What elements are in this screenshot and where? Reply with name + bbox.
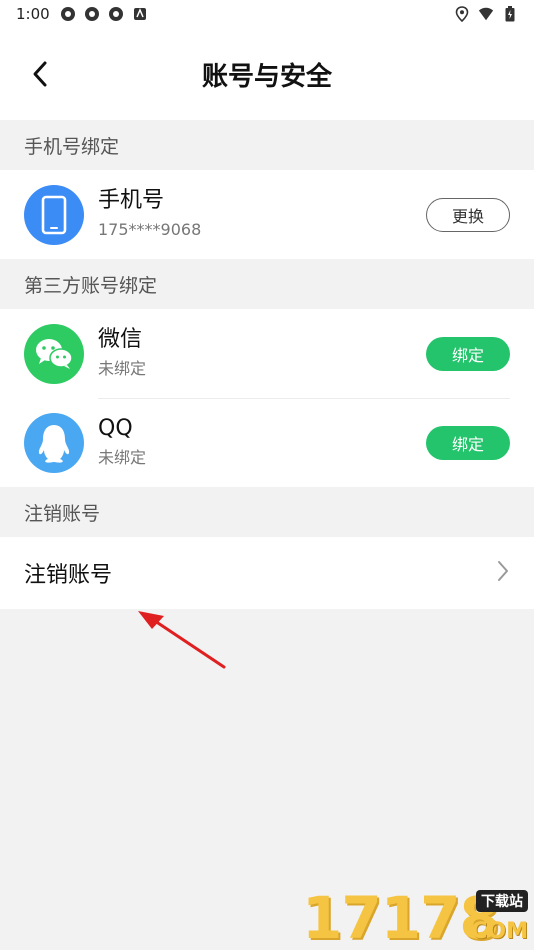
phone-binding-card: 手机号 175****9068 更换 xyxy=(0,170,534,259)
phone-number: 175****9068 xyxy=(98,220,202,239)
battery-icon xyxy=(502,6,518,22)
bind-wechat-button[interactable]: 绑定 xyxy=(426,336,510,371)
annotation-arrow-icon xyxy=(138,611,226,669)
status-time: 1:00 xyxy=(16,5,50,23)
settings-icon xyxy=(84,6,100,22)
qq-status: 未绑定 xyxy=(98,448,147,467)
phone-icon xyxy=(24,184,84,245)
phone-row: 手机号 175****9068 更换 xyxy=(0,170,534,259)
cancel-account-label: 注销账号 xyxy=(24,563,113,588)
page-header: 账号与安全 xyxy=(0,28,534,120)
wechat-icon xyxy=(24,323,84,384)
wechat-label: 微信 xyxy=(98,327,143,352)
wifi-icon xyxy=(478,6,494,22)
watermark-number: 17178 xyxy=(302,884,500,950)
chevron-left-icon xyxy=(33,61,47,87)
watermark-tag: 下载站 xyxy=(476,890,528,912)
section-label-cancel-account: 注销账号 xyxy=(0,487,534,537)
section-label-third-party: 第三方账号绑定 xyxy=(0,259,534,309)
back-button[interactable] xyxy=(22,56,58,92)
settings-icon xyxy=(60,6,76,22)
third-party-card: 微信 未绑定 绑定 QQ 未绑定 绑定 xyxy=(0,309,534,487)
settings-icon xyxy=(108,6,124,22)
watermark-suffix: COM xyxy=(471,919,528,944)
watermark-logo: 17178 下载站 COM xyxy=(302,886,530,950)
app-icon xyxy=(132,6,148,22)
cancel-account-row[interactable]: 注销账号 xyxy=(0,537,534,609)
qq-row: QQ 未绑定 绑定 xyxy=(0,398,534,487)
page-title: 账号与安全 xyxy=(201,61,332,92)
location-icon xyxy=(454,6,470,22)
chevron-right-icon xyxy=(496,559,510,587)
qq-icon xyxy=(24,412,84,473)
wechat-row: 微信 未绑定 绑定 xyxy=(0,309,534,398)
status-bar: 1:00 xyxy=(0,0,534,28)
wechat-status: 未绑定 xyxy=(98,359,147,378)
section-label-phone-binding: 手机号绑定 xyxy=(0,120,534,170)
bind-qq-button[interactable]: 绑定 xyxy=(426,425,510,460)
change-phone-button[interactable]: 更换 xyxy=(426,197,510,232)
phone-label: 手机号 xyxy=(98,188,165,213)
qq-label: QQ xyxy=(98,416,133,441)
